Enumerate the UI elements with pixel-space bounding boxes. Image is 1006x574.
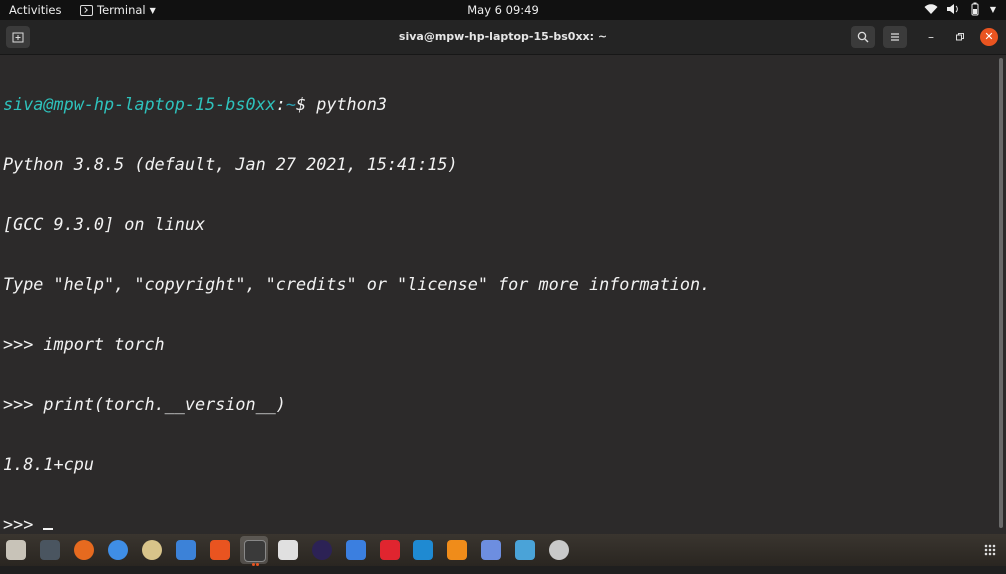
text-editor-icon[interactable] — [176, 540, 196, 560]
system-monitor-icon[interactable] — [40, 540, 60, 560]
output-line: [GCC 9.3.0] on linux — [3, 214, 206, 234]
clock[interactable]: May 6 09:49 — [467, 3, 539, 17]
activities-button[interactable]: Activities — [9, 3, 61, 17]
image-viewer-icon[interactable] — [515, 540, 535, 560]
top-bar: Activities Terminal ▼ May 6 09:49 ▼ — [0, 0, 1006, 20]
search-button[interactable] — [851, 26, 875, 48]
files-icon[interactable] — [6, 540, 26, 560]
prompt-line: siva@mpw-hp-laptop-15-bs0xx:~$ python3 — [3, 94, 993, 114]
vlc-icon[interactable] — [447, 540, 467, 560]
output-line: Type "help", "copyright", "credits" or "… — [3, 274, 711, 294]
input-line[interactable]: >>> — [3, 514, 993, 534]
minimize-icon: – — [928, 30, 934, 44]
prompt-path: ~ — [285, 94, 297, 114]
app-menu-label: Terminal — [97, 3, 146, 17]
terminal-window: siva@mpw-hp-laptop-15-bs0xx: ~ – ✕ siva@… — [0, 20, 1006, 534]
show-applications-icon[interactable] — [984, 544, 996, 556]
prompt-user: siva@mpw-hp-laptop-15-bs0xx — [3, 94, 276, 114]
close-icon: ✕ — [984, 30, 994, 43]
window-title: siva@mpw-hp-laptop-15-bs0xx: ~ — [398, 30, 608, 43]
eclipse-icon[interactable] — [312, 540, 332, 560]
output-line: 1.8.1+cpu — [3, 454, 94, 474]
chevron-down-icon: ▼ — [149, 5, 156, 15]
rhythmbox-icon[interactable] — [142, 540, 162, 560]
system-menu-chevron-icon: ▼ — [989, 4, 996, 14]
ubuntu-software-icon[interactable] — [210, 540, 230, 560]
battery-icon — [971, 2, 979, 16]
scrollbar[interactable] — [999, 58, 1003, 528]
hamburger-menu-button[interactable] — [883, 26, 907, 48]
notes-icon[interactable] — [346, 540, 366, 560]
command-text: python3 — [316, 94, 387, 114]
anydesk-icon[interactable] — [380, 540, 400, 560]
search-icon — [857, 31, 869, 43]
code-editor-icon[interactable] — [278, 540, 298, 560]
terminal-icon[interactable] — [244, 540, 266, 562]
volume-icon — [946, 4, 958, 14]
output-line: >>> import torch — [3, 334, 165, 354]
prompt-separator: : — [275, 94, 286, 114]
app-menu[interactable]: Terminal ▼ — [80, 3, 156, 17]
minimize-button[interactable]: – — [919, 26, 943, 48]
output-line: Python 3.8.5 (default, Jan 27 2021, 15:4… — [3, 154, 458, 174]
vscode-icon[interactable] — [413, 540, 433, 560]
new-tab-icon — [12, 32, 24, 43]
python-prompt: >>> — [3, 514, 44, 534]
restore-icon — [956, 33, 964, 41]
tool-icon[interactable] — [481, 540, 501, 560]
firefox-icon[interactable] — [74, 540, 94, 560]
title-bar: siva@mpw-hp-laptop-15-bs0xx: ~ – ✕ — [0, 20, 1006, 55]
new-tab-button[interactable] — [6, 26, 30, 48]
prompt-symbol: $ — [296, 94, 317, 114]
dock — [0, 534, 1006, 566]
terminal-app-icon — [80, 4, 93, 16]
maximize-button[interactable] — [948, 26, 972, 48]
text-cursor — [43, 514, 54, 530]
chrome-icon[interactable] — [108, 540, 128, 560]
output-line: >>> print(torch.__version__) — [3, 394, 286, 414]
system-tray[interactable]: ▼ — [924, 2, 996, 16]
terminal-output[interactable]: siva@mpw-hp-laptop-15-bs0xx:~$ python3 P… — [3, 54, 993, 534]
hamburger-icon — [891, 33, 899, 41]
disc-icon[interactable] — [549, 540, 569, 560]
wifi-icon — [924, 4, 938, 14]
close-button[interactable]: ✕ — [980, 28, 998, 46]
